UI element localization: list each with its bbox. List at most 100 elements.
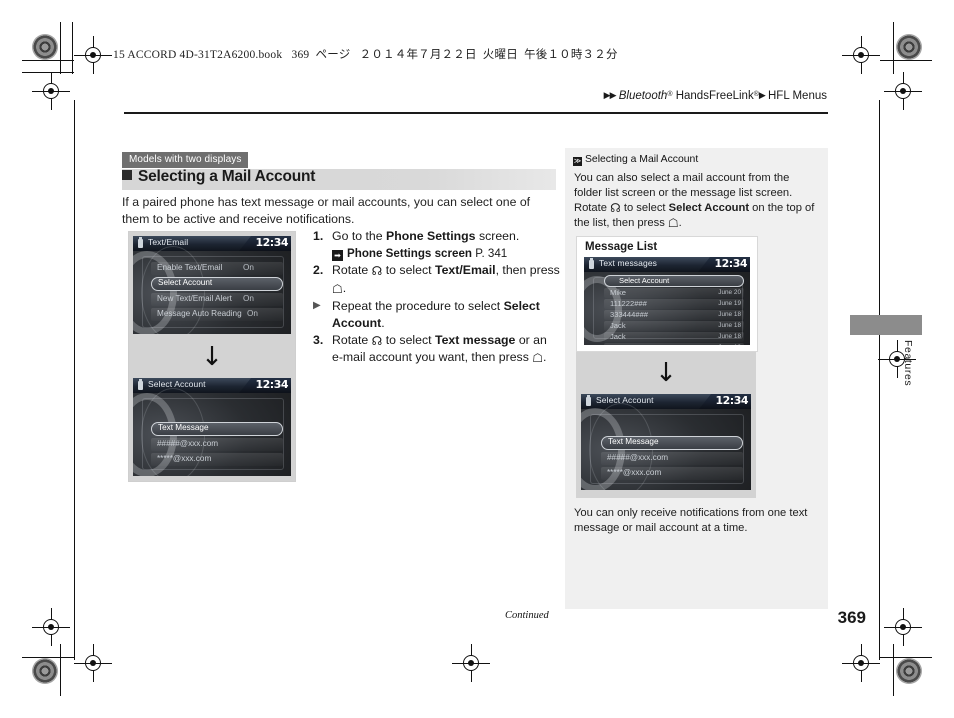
table-row[interactable]: 111222### June 18 (604, 343, 744, 345)
header-section-label: HFL Menus (767, 90, 827, 102)
list-item-label: Text Message (158, 423, 209, 432)
message-list: Select Account Mike June 20 111222### Ju… (604, 275, 744, 345)
sidebar-heading: ≫ Selecting a Mail Account (573, 154, 698, 166)
step-2-substep: ▶ Repeat the procedure to select Select … (313, 298, 561, 331)
flow-arrow: ↓ (576, 356, 756, 390)
sender-name: Mike (610, 288, 627, 297)
list-item-selected[interactable]: Select Account (604, 275, 744, 287)
print-slug-line: 15 ACCORD 4D-31T2A6200.book 369 ページ ２０１４… (113, 46, 618, 62)
sender-name: 111222### (610, 299, 647, 308)
clock: 12:34 (714, 257, 747, 270)
registration-target (884, 608, 922, 646)
list-item[interactable]: #####@xxx.com (601, 452, 743, 465)
screen-title-bar: Text messages 12:34 (584, 257, 750, 272)
message-date: June 18 (718, 344, 741, 345)
sender-name: 111222### (610, 343, 647, 345)
bluetooth-icon (138, 379, 143, 390)
clock: 12:34 (715, 394, 748, 407)
page-number: 369 (837, 608, 866, 627)
screen-title-bar: Select Account 12:34 (133, 378, 291, 393)
push-button-icon: ☖ (532, 351, 544, 366)
step-text-end: . (543, 350, 547, 365)
table-row[interactable]: Jack June 18 (604, 332, 744, 342)
crop-mark (879, 100, 880, 660)
list-item-selected[interactable]: Text Message (151, 422, 283, 436)
thumb-tab (850, 315, 922, 335)
substep-text: Repeat the procedure to select (332, 299, 504, 314)
list-item-selected[interactable]: Select Account (151, 277, 283, 291)
list-item[interactable]: *****@xxx.com (601, 467, 743, 480)
list-item[interactable]: Message Auto Reading On (151, 308, 283, 321)
list-item-value: On (247, 309, 258, 318)
registration-target (842, 644, 880, 682)
bluetooth-icon (586, 395, 591, 406)
instruction-steps: 1. Go to the Phone Settings screen. ➡ Pho… (313, 228, 561, 368)
slug-book: 15 ACCORD 4D-31T2A6200.book (113, 49, 283, 61)
bluetooth-icon (138, 237, 143, 248)
list-item-selected[interactable]: Text Message (601, 436, 743, 450)
slug-time: 午後１０時３２分 (524, 47, 618, 61)
list-item-label: Message Auto Reading (157, 309, 242, 318)
menu-list: Text Message #####@xxx.com *****@xxx.com (151, 422, 283, 468)
bluetooth-icon (589, 258, 594, 269)
list-item-label: #####@xxx.com (607, 453, 669, 462)
step-1: 1. Go to the Phone Settings screen. (313, 228, 561, 245)
rotary-knob-icon: ☊ (610, 201, 621, 215)
crop-mark (893, 644, 894, 696)
clock: 12:34 (255, 378, 288, 391)
figure-caption: Message List (585, 241, 658, 253)
cross-reference-1[interactable]: ➡ Phone Settings screen P. 341 (313, 246, 561, 263)
crop-mark (60, 22, 61, 74)
header-arrow-icon: ▶▶ (603, 90, 617, 100)
registration-target (842, 36, 880, 74)
nav-screen-message-list: Text messages 12:34 Select Account Mike … (584, 257, 750, 345)
rotary-knob-icon: ☊ (371, 264, 383, 279)
list-item[interactable]: New Text/Email Alert On (151, 293, 283, 306)
registration-circle (896, 34, 922, 60)
registration-target (32, 608, 70, 646)
menu-list: Text Message #####@xxx.com *****@xxx.com (601, 436, 743, 482)
list-item-label: New Text/Email Alert (157, 294, 232, 303)
table-row[interactable]: 111222### June 19 (604, 299, 744, 309)
step-number: 3. (313, 332, 324, 347)
substep-text-end: . (381, 315, 385, 330)
sidebar-screenshot-stack: ↓ Select Account 12:34 Text Message ####… (576, 352, 756, 498)
clock: 12:34 (255, 236, 288, 249)
registration-target (32, 72, 70, 110)
message-date: June 18 (718, 311, 741, 318)
screen-body: Text Message #####@xxx.com *****@xxx.com (133, 387, 291, 476)
slug-date: ２０１４年７月２２日 (359, 47, 477, 61)
running-header: ▶▶ Bluetooth® HandsFreeLink®▶ HFL Menus (604, 90, 827, 102)
flow-arrow: ↓ (129, 337, 295, 377)
crop-mark (74, 100, 75, 660)
crop-mark (72, 22, 73, 74)
crop-mark (893, 22, 894, 74)
sender-name: Jack (610, 332, 626, 341)
screen-body: Select Account Mike June 20 111222### Ju… (584, 272, 750, 345)
table-row[interactable]: 333444### June 18 (604, 310, 744, 320)
sidebar-bold-term: Select Account (668, 202, 750, 214)
message-date: June 20 (718, 289, 741, 296)
sender-name: 333444### (610, 310, 649, 319)
step-bold-term: Text message (434, 332, 516, 347)
message-date: June 18 (718, 333, 741, 340)
list-item[interactable]: #####@xxx.com (151, 438, 283, 451)
step-number: 2. (313, 263, 324, 278)
sidebar-paragraph-2: Rotate ☊ to select Select Account on the… (574, 201, 819, 231)
list-item-label: *****@xxx.com (607, 468, 662, 477)
list-item[interactable]: Enable Text/Email On (151, 262, 283, 275)
message-date: June 19 (718, 300, 741, 307)
list-item[interactable]: *****@xxx.com (151, 453, 283, 466)
section-title-text: Selecting a Mail Account (138, 168, 316, 185)
step-text-end: . (342, 280, 347, 295)
slug-page-word: ページ (315, 47, 351, 61)
sidebar-bottom-rule (565, 600, 828, 609)
message-list-figure: Message List Text messages 12:34 Select … (576, 236, 758, 352)
list-item-value: On (243, 263, 254, 272)
table-row[interactable]: Jack June 18 (604, 321, 744, 331)
sidebar-paragraph-1: You can also select a mail account from … (574, 171, 819, 201)
crop-mark (880, 60, 932, 61)
menu-list: Enable Text/Email On Select Account New … (151, 262, 283, 323)
table-row[interactable]: Mike June 20 (604, 288, 744, 298)
intro-paragraph: If a paired phone has text message or ma… (122, 195, 531, 226)
